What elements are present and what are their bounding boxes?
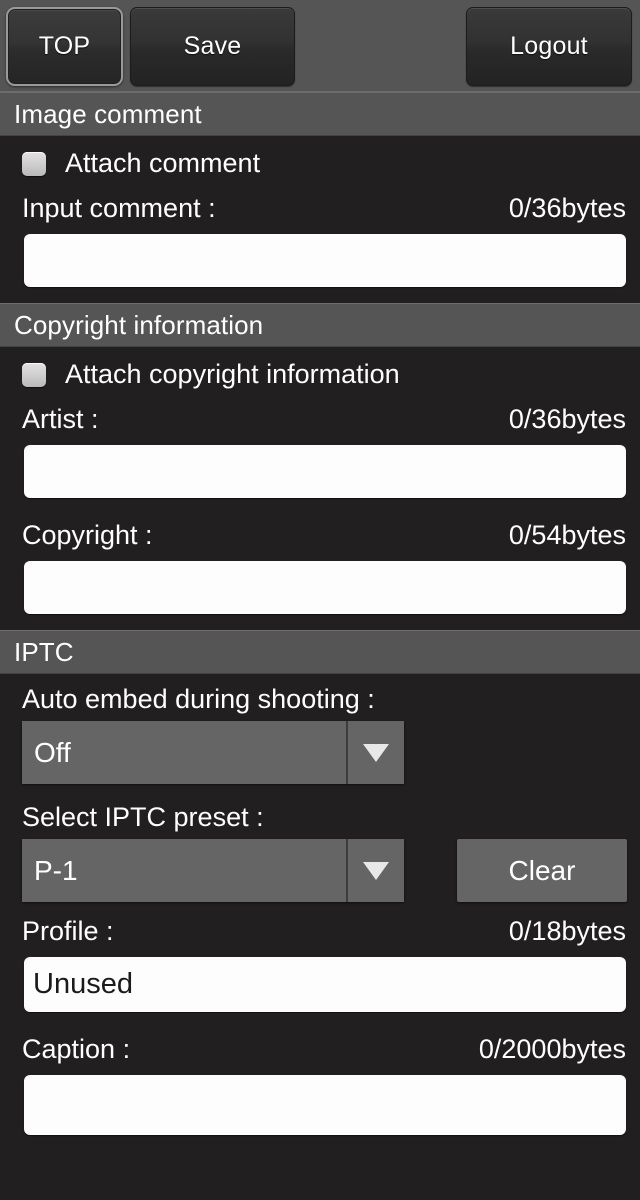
input-comment-label-row: Input comment : 0/36bytes [0, 187, 640, 226]
checkbox-unchecked-icon[interactable] [22, 362, 46, 387]
artist-field[interactable] [24, 445, 626, 498]
copyright-label-row: Copyright : 0/54bytes [0, 514, 640, 553]
caption-field[interactable] [24, 1075, 626, 1135]
caption-counter: 0/2000bytes [478, 1034, 626, 1064]
profile-label-row: Profile : 0/18bytes [0, 910, 640, 949]
select-iptc-preset-row: P-1 Clear [0, 839, 640, 902]
copyright-label: Copyright : [22, 520, 153, 550]
section-header-copyright: Copyright information [0, 303, 640, 347]
chevron-down-icon[interactable] [348, 721, 404, 784]
chevron-down-triangle [363, 743, 389, 762]
artist-label: Artist : [22, 404, 99, 434]
artist-counter: 0/36bytes [508, 404, 626, 434]
caption-label: Caption : [22, 1034, 131, 1064]
select-iptc-preset-label: Select IPTC preset : [22, 802, 264, 832]
section-body-copyright: Attach copyright information Artist : 0/… [0, 347, 640, 614]
caption-label-row: Caption : 0/2000bytes [0, 1028, 640, 1067]
iptc-preset-dropdown-value: P-1 [22, 839, 348, 902]
section-title-copyright: Copyright information [14, 309, 264, 340]
copyright-counter: 0/54bytes [508, 520, 626, 550]
top-button[interactable]: TOP [6, 7, 123, 86]
copyright-field[interactable] [24, 561, 626, 614]
clear-button[interactable]: Clear [457, 839, 627, 902]
profile-counter: 0/18bytes [508, 916, 626, 946]
chevron-down-icon[interactable] [348, 839, 404, 902]
top-toolbar: TOP Save Logout [0, 0, 640, 92]
iptc-preset-dropdown[interactable]: P-1 [22, 839, 404, 902]
section-header-image-comment: Image comment [0, 92, 640, 136]
logout-button[interactable]: Logout [466, 7, 632, 86]
auto-embed-dropdown-value: Off [22, 721, 348, 784]
chevron-down-triangle [363, 861, 389, 880]
top-button-label: TOP [38, 32, 91, 60]
logout-button-label: Logout [510, 32, 588, 60]
section-title-image-comment: Image comment [14, 98, 202, 129]
section-body-iptc: Auto embed during shooting : Off Select … [0, 674, 640, 1135]
section-header-iptc: IPTC [0, 630, 640, 674]
auto-embed-row: Off [0, 721, 640, 784]
save-button-label: Save [183, 32, 242, 60]
attach-comment-checkbox-row[interactable]: Attach comment [0, 136, 640, 187]
profile-field[interactable]: Unused [24, 957, 626, 1012]
profile-label: Profile : [22, 916, 114, 946]
camera-settings-page: TOP Save Logout Image comment Attach com… [0, 0, 640, 1200]
auto-embed-label: Auto embed during shooting : [22, 684, 375, 714]
input-comment-field[interactable] [24, 234, 626, 287]
artist-label-row: Artist : 0/36bytes [0, 398, 640, 437]
attach-copyright-label: Attach copyright information [65, 359, 400, 389]
input-comment-label: Input comment : [22, 193, 216, 223]
auto-embed-dropdown[interactable]: Off [22, 721, 404, 784]
checkbox-unchecked-icon[interactable] [22, 151, 46, 176]
input-comment-counter: 0/36bytes [508, 193, 626, 223]
section-body-image-comment: Attach comment Input comment : 0/36bytes [0, 136, 640, 287]
save-button[interactable]: Save [130, 7, 295, 86]
clear-button-label: Clear [508, 854, 576, 886]
section-title-iptc: IPTC [14, 636, 74, 667]
attach-comment-label: Attach comment [65, 148, 261, 178]
attach-copyright-checkbox-row[interactable]: Attach copyright information [0, 347, 640, 398]
